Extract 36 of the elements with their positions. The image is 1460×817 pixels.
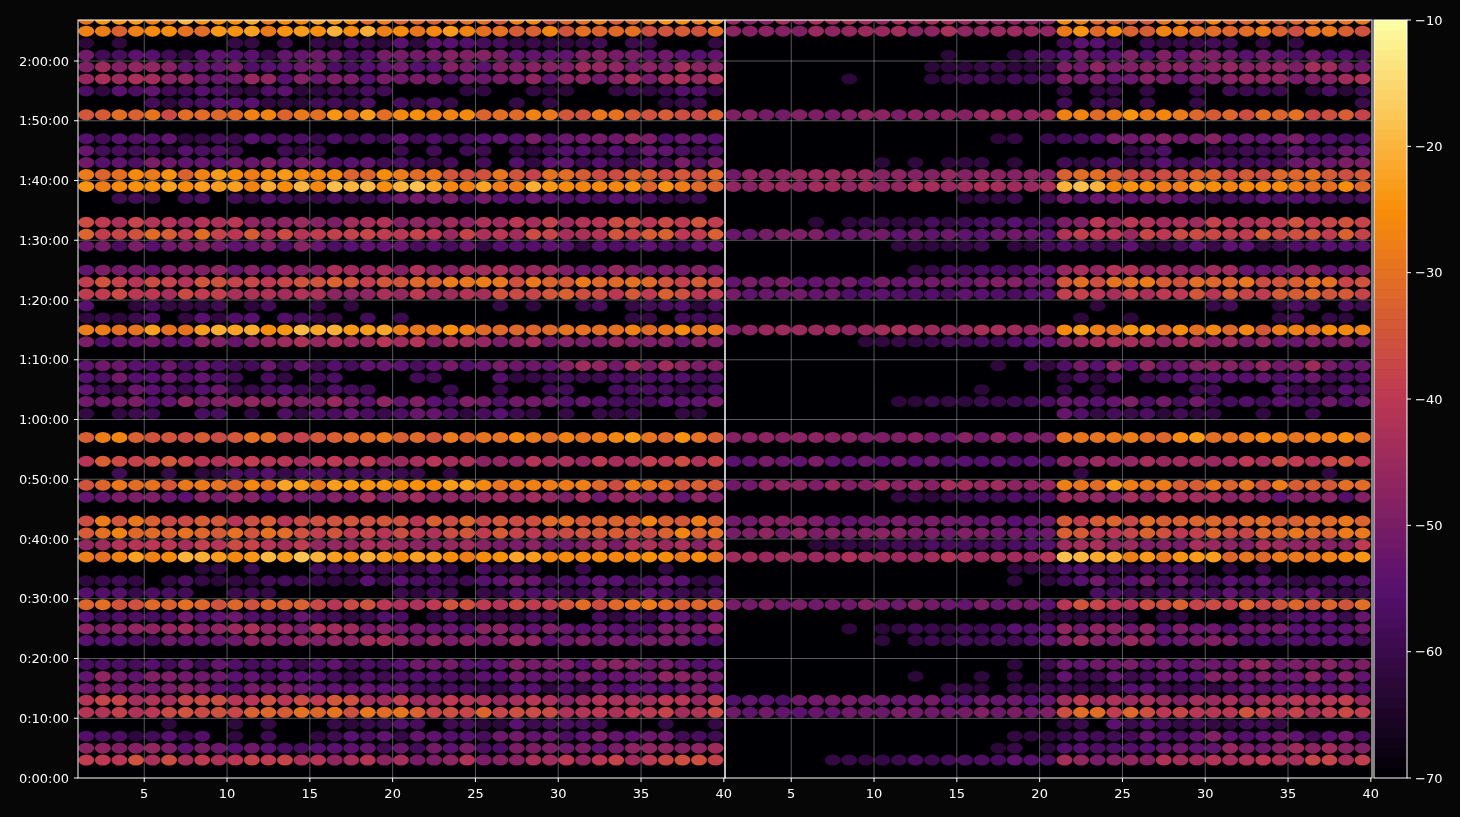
y-tick-label: 0:40:00 [18, 531, 69, 547]
x-tick-label: 10 [218, 786, 236, 801]
colorbar-tick-label: −40 [1415, 391, 1443, 407]
y-tick-label: 1:50:00 [18, 113, 69, 129]
x-tick-label: 20 [1031, 786, 1048, 801]
y-tick-label: 1:20:00 [18, 292, 69, 308]
x-tick-label: 5 [787, 786, 796, 801]
colorbar-tick-label: −20 [1415, 138, 1443, 154]
x-tick-label: 25 [1114, 786, 1131, 801]
x-tick-label: 15 [301, 786, 319, 801]
y-tick-label: 0:50:00 [18, 471, 69, 487]
y-tick-label: 2:00:00 [18, 53, 69, 69]
y-tick-label: 0:00:00 [18, 770, 69, 786]
x-tick-label: 40 [1362, 786, 1380, 801]
x-tick-label: 5 [140, 786, 149, 801]
x-tick-label: 35 [632, 786, 650, 801]
x-tick-label: 30 [1196, 786, 1214, 801]
y-tick-label: 1:30:00 [18, 232, 69, 248]
colorbar-tick-label: −50 [1415, 517, 1443, 533]
x-tick-label: 40 [715, 786, 733, 801]
colorbar-tick-label: −60 [1415, 644, 1443, 660]
y-tick-label: 1:40:00 [18, 173, 69, 188]
y-tick-label: 1:10:00 [18, 352, 69, 368]
colorbar-tick-label: −30 [1415, 265, 1443, 281]
x-tick-label: 30 [549, 786, 567, 801]
x-tick-label: 20 [384, 786, 401, 801]
colorbar-tick-label: −10 [1415, 12, 1443, 28]
y-tick-label: 1:00:00 [18, 412, 69, 427]
x-tick-label: 25 [467, 786, 484, 801]
colorbar-tick-label: −70 [1415, 770, 1443, 786]
x-tick-label: 15 [948, 786, 966, 801]
y-tick-label: 0:10:00 [18, 710, 69, 726]
y-tick-label: 0:30:00 [18, 591, 69, 607]
x-tick-label: 35 [1279, 786, 1297, 801]
y-tick-label: 0:20:00 [18, 651, 69, 666]
x-tick-label: 10 [865, 786, 883, 801]
